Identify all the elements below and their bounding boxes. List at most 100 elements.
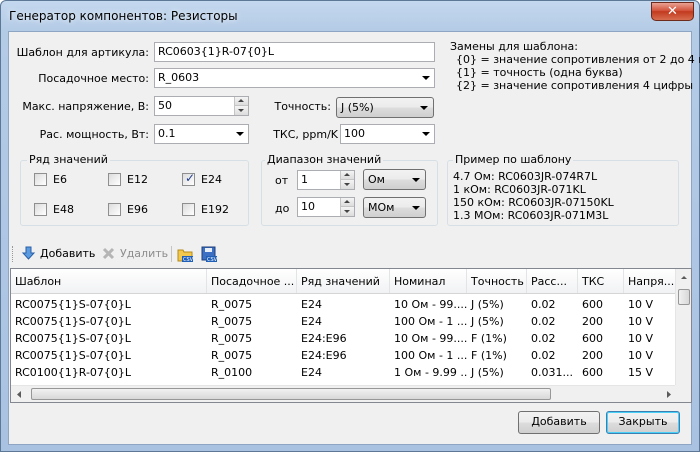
grid-header: Шаблон Посадочное ... Ряд значений Номинал Т…	[11, 269, 677, 294]
horizontal-scroll-thumb[interactable]	[31, 388, 551, 400]
scrollbar-corner	[675, 385, 691, 402]
scroll-left-icon[interactable]	[11, 386, 27, 402]
column-header[interactable]: Номинал	[390, 269, 467, 293]
checkbox-label: E12	[127, 173, 148, 186]
checkbox-e192[interactable]: E192	[182, 202, 242, 218]
templates-grid[interactable]: Шаблон Посадочное ... Ряд значений Номинал Т…	[10, 268, 692, 403]
series-group-title: Ряд значений	[27, 153, 110, 166]
template-input[interactable]: RC0603{1}R-07{0}L	[154, 42, 435, 62]
folder-csv-icon: CSV	[177, 249, 194, 263]
svg-text:CSV: CSV	[183, 257, 194, 263]
table-cell: 600	[582, 298, 603, 311]
range-to-unit-dropdown[interactable]: МОм	[363, 197, 426, 218]
table-row[interactable]: RC0075{1}S-07{0}L R_0075 E24 100 Ом - 1 ...…	[11, 313, 677, 330]
table-cell: 0.02	[531, 349, 556, 362]
range-to-label: до	[275, 202, 290, 215]
add-button[interactable]: Добавить	[518, 411, 600, 434]
column-header[interactable]: Расс...	[527, 269, 578, 293]
column-header[interactable]: Напря...	[624, 269, 677, 293]
checkbox-box[interactable]	[108, 203, 121, 216]
spin-down-icon[interactable]	[234, 106, 248, 115]
table-row[interactable]: RC0100{1}R-07{0}L R_0100 E24 1 Ом - 9.99 ..…	[11, 364, 677, 381]
table-cell: 0.031...	[531, 366, 573, 379]
table-cell: 200	[582, 315, 603, 328]
table-row[interactable]: RC0075{1}S-07{0}L R_0075 E24 10 Ом - 99....…	[11, 296, 677, 313]
spin-up-icon[interactable]	[340, 198, 354, 207]
checkbox-box[interactable]	[34, 203, 47, 216]
spin-down-icon[interactable]	[340, 207, 354, 216]
voltage-spinner[interactable]: 50	[154, 96, 249, 116]
chevron-down-icon	[412, 206, 420, 210]
checkbox-e12[interactable]: E12	[108, 172, 168, 188]
toolbar-grip	[12, 246, 14, 262]
table-cell: RC0100{1}R-07{0}L	[15, 366, 132, 379]
footprint-value: R_0603	[158, 71, 200, 84]
table-row[interactable]: RC0075{1}S-07{0}L R_0075 E24:E96 100 Ом - 1…	[11, 347, 677, 364]
vertical-scrollbar[interactable]	[675, 269, 691, 386]
accuracy-dropdown[interactable]: J (5%)	[336, 97, 434, 118]
chevron-down-icon	[422, 132, 430, 136]
column-header[interactable]: Шаблон	[11, 269, 207, 293]
example-line: 1.3 МОм: RC0603JR-071M3L	[453, 209, 609, 222]
checkbox-box[interactable]	[108, 173, 121, 186]
range-to-spinner[interactable]: 10	[297, 197, 355, 217]
checkmark-icon: ✓	[185, 171, 196, 185]
footprint-combobox[interactable]: R_0603	[154, 68, 435, 88]
table-cell: RC0075{1}S-07{0}L	[15, 298, 131, 311]
vertical-scroll-thumb[interactable]	[678, 289, 690, 305]
spin-down-icon[interactable]	[340, 180, 354, 189]
svg-text:CSV: CSV	[207, 257, 218, 263]
close-window-button[interactable]: ✕	[651, 2, 694, 21]
range-from-value: 1	[301, 173, 308, 186]
toolbar-import-csv-button[interactable]: CSV	[177, 245, 195, 263]
column-header[interactable]: Точность	[467, 269, 527, 293]
range-from-unit-dropdown[interactable]: Ом	[363, 169, 426, 190]
table-cell: J (5%)	[471, 298, 504, 311]
toolbar-delete-label: Удалить	[120, 247, 169, 260]
spin-up-icon[interactable]	[340, 171, 354, 180]
table-cell: RC0075{1}S-07{0}L	[15, 349, 131, 362]
tkc-combobox[interactable]: 100	[340, 124, 435, 144]
power-value: 0.1	[158, 127, 176, 140]
table-cell: 10 Ом - 99....	[394, 298, 467, 311]
toolbar-add-button[interactable]: Добавить	[21, 245, 99, 263]
table-cell: 10 V	[628, 298, 654, 311]
checkbox-label: E192	[201, 203, 229, 216]
table-cell: R_0075	[211, 298, 253, 311]
table-cell: 0.02	[531, 298, 556, 311]
checkbox-box[interactable]	[34, 173, 47, 186]
checkbox-e96[interactable]: E96	[108, 202, 168, 218]
toolbar-save-csv-button[interactable]: CSV	[201, 245, 219, 263]
power-combobox[interactable]: 0.1	[154, 124, 249, 144]
checkbox-box[interactable]: ✓	[182, 171, 196, 186]
range-to-value: 10	[301, 200, 315, 213]
column-header[interactable]: Посадочное ...	[207, 269, 297, 293]
table-cell: E24:E96	[301, 332, 347, 345]
spin-up-icon[interactable]	[234, 97, 248, 106]
accuracy-value: J (5%)	[341, 101, 374, 114]
horizontal-scrollbar[interactable]	[11, 385, 677, 402]
hint-line: {0} = значение сопротивления от 2 до 4 ц…	[456, 53, 700, 66]
title-bar[interactable]: Генератор компонентов: Резисторы ✕	[1, 1, 699, 31]
scroll-up-icon[interactable]	[676, 269, 691, 286]
table-cell: 600	[582, 332, 603, 345]
grid-toolbar: Добавить Удалить CSV CSV	[9, 242, 691, 266]
checkbox-e6[interactable]: E6	[34, 172, 94, 188]
chevron-down-icon	[412, 178, 420, 182]
table-cell: 10 V	[628, 349, 654, 362]
column-header[interactable]: ТКС	[578, 269, 624, 293]
column-header[interactable]: Ряд значений	[297, 269, 390, 293]
range-from-spinner[interactable]: 1	[297, 170, 355, 190]
table-row[interactable]: RC0075{1}S-07{0}L R_0075 E24:E96 10 Ом - 99…	[11, 330, 677, 347]
toolbar-delete-button[interactable]: Удалить	[101, 245, 171, 263]
table-cell: 10 Ом - 99....	[394, 332, 467, 345]
checkbox-label: E96	[127, 203, 148, 216]
save-csv-icon: CSV	[201, 246, 218, 263]
checkbox-e48[interactable]: E48	[34, 202, 94, 218]
template-label: Шаблон для артикула:	[16, 46, 149, 59]
table-cell: E24	[301, 298, 322, 311]
checkbox-label: E6	[53, 173, 67, 186]
checkbox-box[interactable]	[182, 203, 195, 216]
checkbox-e24[interactable]: ✓ E24	[182, 171, 242, 188]
close-button[interactable]: Закрыть	[606, 411, 680, 434]
